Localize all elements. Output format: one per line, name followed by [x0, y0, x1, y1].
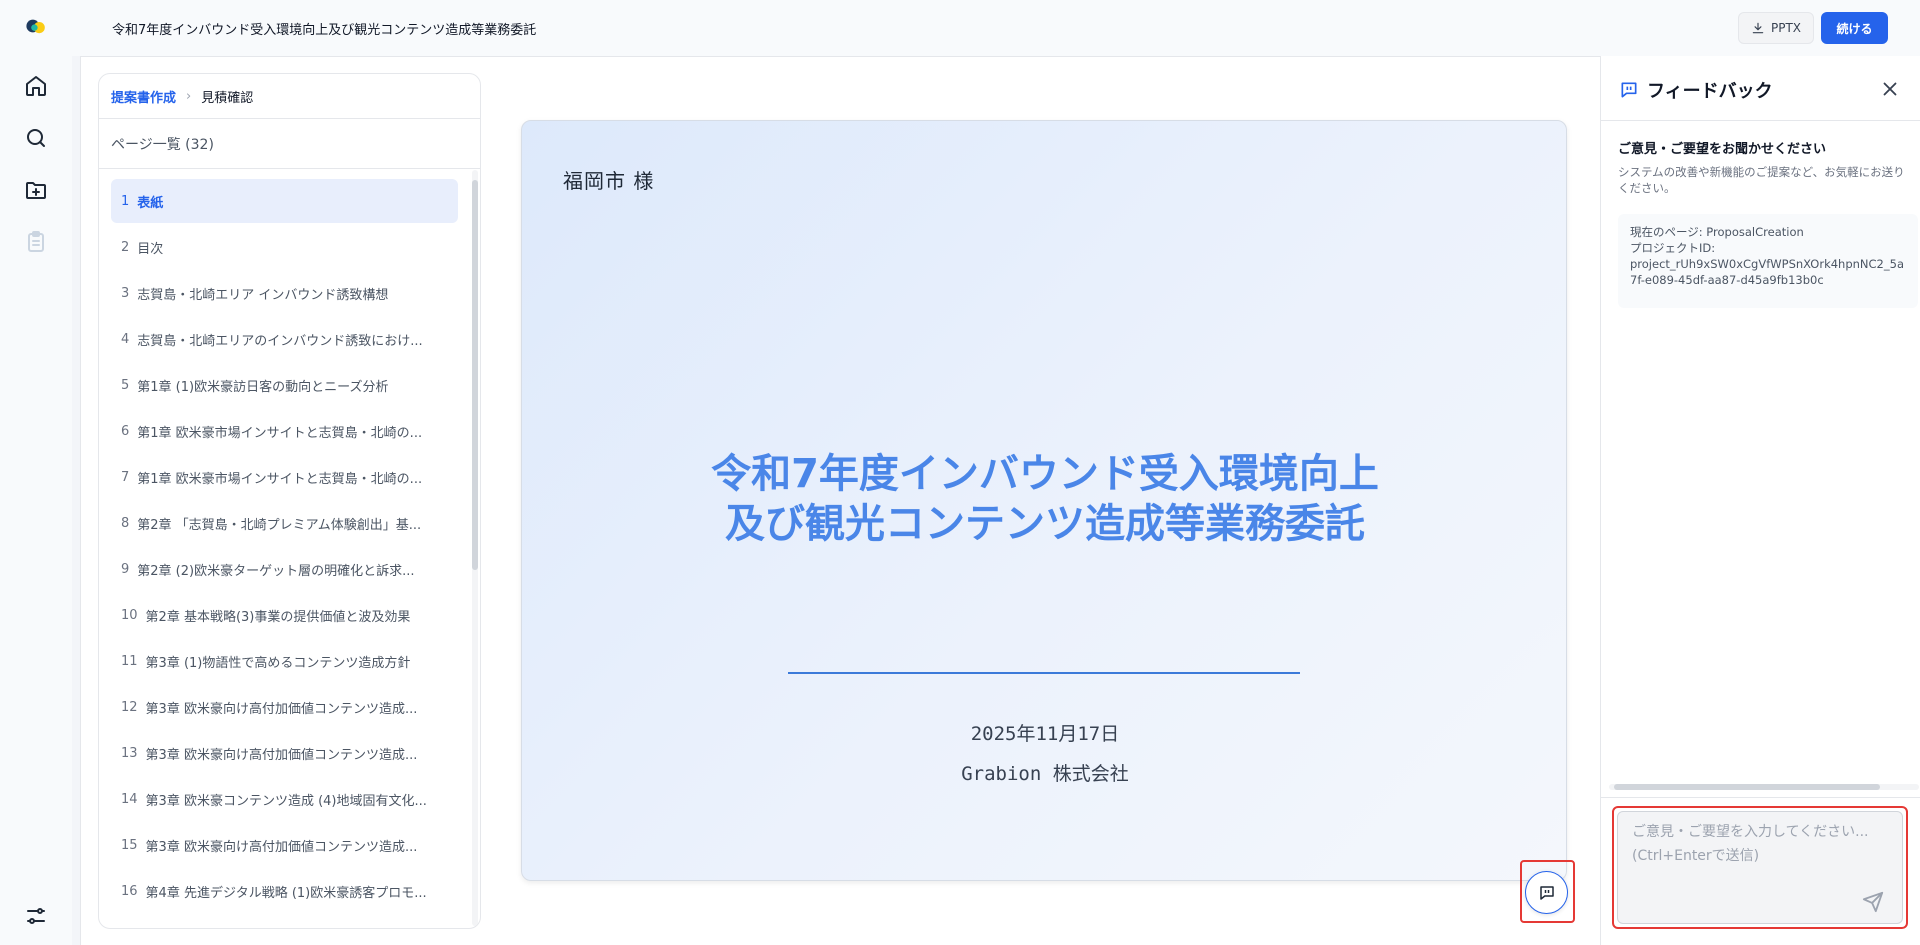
- page-number: 13: [121, 745, 138, 761]
- export-pptx-button[interactable]: PPTX: [1738, 12, 1814, 44]
- nav-rail: [0, 0, 72, 945]
- page-list-item[interactable]: 13 第3章 欧米豪向け高付加価値コンテンツ造成...: [111, 731, 458, 775]
- page-label: 第1章 欧米豪市場インサイトと志賀島・北崎の...: [137, 471, 423, 487]
- feedback-scrollbar[interactable]: [1609, 784, 1919, 790]
- page-list: 1 表紙 2 目次 3 志賀島・北崎エリア インバウンド誘致構想 4 志賀島・北崎エリア…: [99, 169, 480, 913]
- app-logo[interactable]: [24, 14, 54, 38]
- page-label: 第1章 (1)欧米豪訪日客の動向とニーズ分析: [137, 379, 389, 395]
- page-number: 1: [121, 193, 130, 209]
- feedback-title: フィードバック: [1647, 81, 1773, 102]
- page-number: 4: [121, 331, 130, 347]
- project-id-label: プロジェクトID:: [1630, 241, 1716, 255]
- page-list-item[interactable]: 5 第1章 (1)欧米豪訪日客の動向とニーズ分析: [111, 363, 458, 407]
- feedback-input[interactable]: [1617, 811, 1903, 924]
- page-label: 第2章 基本戦略(3)事業の提供価値と波及効果: [145, 609, 411, 625]
- page-list-item[interactable]: 11 第3章 (1)物語性で高めるコンテンツ造成方針: [111, 639, 458, 683]
- page-label: 志賀島・北崎エリアのインバウンド誘致におけ...: [137, 333, 423, 349]
- page-label: 表紙: [137, 195, 164, 211]
- slide-divider: [788, 672, 1300, 674]
- top-bar: 令和7年度インバウンド受入環境向上及び観光コンテンツ造成等業務委託 PPTX 続…: [72, 0, 1920, 56]
- page-label: 第2章 「志賀島・北崎プレミアム体験創出」基...: [137, 517, 422, 533]
- page-label: 目次: [137, 241, 164, 257]
- page-list-item[interactable]: 7 第1章 欧米豪市場インサイトと志賀島・北崎の...: [111, 455, 458, 499]
- message-square-icon: [1621, 82, 1637, 98]
- page-list-item[interactable]: 15 第3章 欧米豪向け高付加価値コンテンツ造成...: [111, 823, 458, 867]
- page-list-item[interactable]: 10 第2章 基本戦略(3)事業の提供価値と波及効果: [111, 593, 458, 637]
- breadcrumb: 提案書作成 › 見積確認: [99, 74, 480, 119]
- page-number: 2: [121, 239, 130, 255]
- page-list-item[interactable]: 12 第3章 欧米豪向け高付加価値コンテンツ造成...: [111, 685, 458, 729]
- download-icon: [1752, 22, 1764, 34]
- current-page-label: 現在のページ: ProposalCreation: [1630, 225, 1804, 239]
- slide-client: 福岡市 様: [563, 169, 655, 193]
- page-list-item[interactable]: 16 第4章 先進デジタル戦略 (1)欧米豪誘客プロモ...: [111, 869, 458, 913]
- page-number: 9: [121, 561, 130, 577]
- feedback-subtitle: ご意見・ご要望をお聞かせください: [1618, 142, 1827, 157]
- page-number: 11: [121, 653, 138, 669]
- page-label: 第3章 欧米豪向け高付加価値コンテンツ造成...: [145, 839, 418, 855]
- page-list-scrollbar[interactable]: [472, 170, 478, 926]
- slide-title: 令和7年度インバウンド受入環境向上 及び観光コンテンツ造成等業務委託: [522, 449, 1568, 549]
- export-pptx-label: PPTX: [1770, 21, 1802, 35]
- continue-button[interactable]: 続ける: [1821, 12, 1888, 44]
- feedback-button[interactable]: [1525, 871, 1568, 914]
- page-label: 第3章 欧米豪向け高付加価値コンテンツ造成...: [145, 747, 418, 763]
- chevron-right-icon: ›: [186, 88, 192, 104]
- page-number: 16: [121, 883, 138, 899]
- page-label: 志賀島・北崎エリア インバウンド誘致構想: [137, 287, 389, 303]
- page-number: 12: [121, 699, 138, 715]
- slide-preview: 福岡市 様 令和7年度インバウンド受入環境向上 及び観光コンテンツ造成等業務委託…: [521, 120, 1567, 881]
- page-number: 5: [121, 377, 130, 393]
- scrollbar-thumb[interactable]: [472, 180, 478, 570]
- message-square-icon: [1539, 885, 1554, 900]
- page-number: 15: [121, 837, 138, 853]
- project-id-value: project_rUh9xSW0xCgVfWPSnXOrk4hpnNC2_5a7…: [1630, 257, 1904, 287]
- page-list-panel: 提案書作成 › 見積確認 ページ一覧 (32) 1 表紙 2 目次 3 志賀島・北崎エ…: [98, 73, 481, 929]
- page-number: 10: [121, 607, 138, 623]
- home-icon[interactable]: [20, 70, 52, 102]
- page-number: 7: [121, 469, 130, 485]
- page-label: 第1章 欧米豪市場インサイトと志賀島・北崎の...: [137, 425, 423, 441]
- breadcrumb-current: 見積確認: [201, 90, 254, 106]
- page-list-item[interactable]: 4 志賀島・北崎エリアのインバウンド誘致におけ...: [111, 317, 458, 361]
- page-list-heading: ページ一覧 (32): [99, 119, 480, 169]
- slide-date: 2025年11月17日: [970, 723, 1120, 745]
- page-label: 第2章 (2)欧米豪ターゲット層の明確化と訴求...: [137, 563, 415, 579]
- page-number: 3: [121, 285, 130, 301]
- page-number: 6: [121, 423, 130, 439]
- feedback-description: システムの改善や新機能のご提案など、お気軽にお送りください。: [1618, 165, 1905, 195]
- document-title: 令和7年度インバウンド受入環境向上及び観光コンテンツ造成等業務委託: [112, 23, 537, 38]
- feedback-header: フィードバック: [1601, 56, 1920, 121]
- page-list-item[interactable]: 1 表紙: [111, 179, 458, 223]
- folder-plus-icon[interactable]: [20, 174, 52, 206]
- slide-title-line1: 令和7年度インバウンド受入環境向上: [711, 451, 1379, 497]
- page-label: 第4章 先進デジタル戦略 (1)欧米豪誘客プロモ...: [145, 885, 427, 901]
- feedback-context-box: 現在のページ: ProposalCreation プロジェクトID: proje…: [1618, 214, 1918, 308]
- slide-company: Grabion 株式会社: [961, 763, 1129, 785]
- page-list-item[interactable]: 9 第2章 (2)欧米豪ターゲット層の明確化と訴求...: [111, 547, 458, 591]
- breadcrumb-link[interactable]: 提案書作成: [111, 87, 176, 106]
- page-number: 14: [121, 791, 138, 807]
- scrollbar-thumb[interactable]: [1614, 784, 1880, 790]
- page-label: 第3章 (1)物語性で高めるコンテンツ造成方針: [145, 655, 411, 671]
- slide-title-line2: 及び観光コンテンツ造成等業務委託: [725, 501, 1365, 547]
- sliders-icon[interactable]: [20, 900, 52, 932]
- close-icon[interactable]: [1879, 78, 1901, 100]
- page-label: 第3章 欧米豪コンテンツ造成 (4)地域固有文化...: [145, 793, 427, 809]
- page-list-item[interactable]: 6 第1章 欧米豪市場インサイトと志賀島・北崎の...: [111, 409, 458, 453]
- page-list-item[interactable]: 3 志賀島・北崎エリア インバウンド誘致構想: [111, 271, 458, 315]
- page-label: 第3章 欧米豪向け高付加価値コンテンツ造成...: [145, 701, 418, 717]
- page-list-item[interactable]: 14 第3章 欧米豪コンテンツ造成 (4)地域固有文化...: [111, 777, 458, 821]
- page-number: 8: [121, 515, 130, 531]
- page-list-item[interactable]: 2 目次: [111, 225, 458, 269]
- clipboard-icon: [20, 226, 52, 258]
- page-list-item[interactable]: 8 第2章 「志賀島・北崎プレミアム体験創出」基...: [111, 501, 458, 545]
- search-icon[interactable]: [20, 122, 52, 154]
- send-icon[interactable]: [1862, 891, 1884, 913]
